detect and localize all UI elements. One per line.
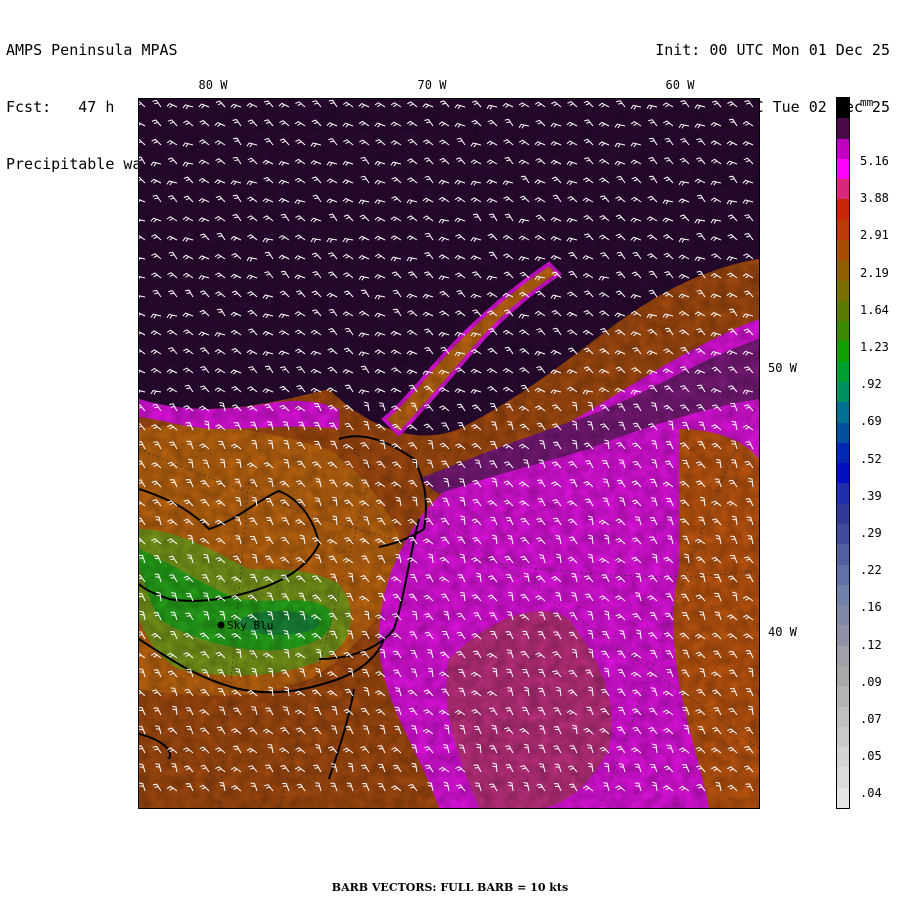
colorbar-units: mm [860, 96, 874, 109]
colorbar-swatch [837, 321, 849, 342]
colorbar-swatch [837, 686, 849, 708]
colorbar [836, 97, 850, 809]
colorbar-swatch [837, 402, 849, 424]
texture-overlay [139, 99, 759, 808]
colorbar-swatch [837, 483, 849, 505]
colorbar-swatch [837, 747, 849, 768]
colorbar-swatch [837, 605, 849, 626]
colorbar-label: 2.91 [860, 228, 889, 243]
colorbar-label: .22 [860, 563, 882, 578]
colorbar-label: .04 [860, 786, 882, 801]
colorbar-label: .39 [860, 488, 882, 503]
colorbar-swatch [837, 584, 849, 606]
latitude-label-40w: 40 W [768, 625, 797, 639]
colorbar-swatch [837, 300, 849, 322]
colorbar-swatch [837, 361, 849, 383]
colorbar-swatch [837, 726, 849, 748]
longitude-label-70w: 70 W [417, 78, 447, 92]
colorbar-label: .92 [860, 377, 882, 392]
colorbar-label: .16 [860, 600, 882, 615]
station-label: Sky Blu [227, 619, 273, 632]
colorbar-swatch [837, 219, 849, 241]
map-panel[interactable]: Sky Blu [138, 98, 760, 809]
colorbar-label: 5.16 [860, 154, 889, 168]
colorbar-swatch [837, 138, 849, 160]
station-marker[interactable] [217, 621, 225, 629]
colorbar-label: .29 [860, 526, 882, 540]
colorbar-swatch [837, 382, 849, 403]
colorbar-swatch [837, 503, 849, 525]
colorbar-swatch [837, 422, 849, 444]
colorbar-label: 3.88 [860, 191, 889, 206]
colorbar-label: .52 [860, 451, 882, 466]
colorbar-label: 1.23 [860, 340, 889, 354]
colorbar-swatch [837, 666, 849, 687]
colorbar-swatch [837, 280, 849, 302]
colorbar-label: .07 [860, 712, 882, 726]
colorbar-swatch [837, 240, 849, 261]
colorbar-swatch [837, 260, 849, 282]
longitude-label-60w: 60 W [665, 78, 695, 92]
latitude-label-50w: 50 W [768, 361, 797, 375]
colorbar-swatch [837, 564, 849, 586]
longitude-label-80w: 80 W [198, 78, 228, 92]
colorbar-label: .12 [860, 637, 882, 652]
colorbar-swatch [837, 463, 849, 484]
colorbar-swatch [837, 706, 849, 728]
colorbar-swatch [837, 625, 849, 647]
colorbar-swatch [837, 98, 849, 119]
colorbar-swatch [837, 544, 849, 566]
colorbar-label: .05 [860, 749, 882, 764]
colorbar-swatch [837, 199, 849, 221]
colorbar-label: 2.19 [860, 265, 889, 280]
map-canvas: Sky Blu [139, 99, 759, 808]
colorbar-label: .09 [860, 674, 882, 689]
colorbar-swatch [837, 787, 849, 809]
colorbar-swatch [837, 524, 849, 545]
colorbar-swatch [837, 179, 849, 200]
barb-legend: BARB VECTORS: FULL BARB = 10 kts [331, 881, 569, 894]
colorbar-swatch [837, 158, 849, 180]
colorbar-label: .69 [860, 414, 882, 429]
colorbar-swatch [837, 767, 849, 789]
colorbar-swatch [837, 341, 849, 363]
model-title: AMPS Peninsula MPAS [6, 41, 178, 59]
colorbar-swatch [837, 118, 849, 140]
colorbar-swatch [837, 442, 849, 464]
colorbar-label: 1.64 [860, 302, 889, 317]
init-time: Init: 00 UTC Mon 01 Dec 25 [655, 41, 890, 59]
colorbar-swatch [837, 645, 849, 667]
